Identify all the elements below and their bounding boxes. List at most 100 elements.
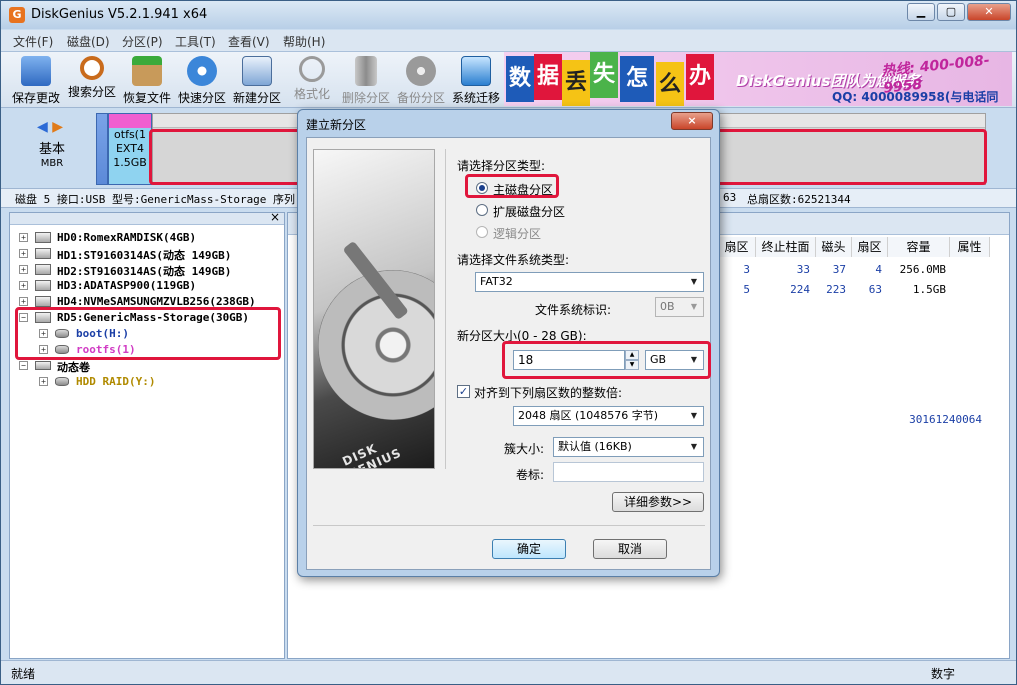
col-header-end-sector[interactable]: 扇区 [852,237,888,257]
col-header-capacity[interactable]: 容量 [888,237,950,257]
format-button[interactable]: 格式化 [283,54,341,106]
expand-icon[interactable]: + [19,281,28,290]
new-partition-button[interactable]: 新建分区 [228,54,286,106]
ok-button[interactable]: 确定 [492,539,566,559]
expand-icon[interactable]: + [19,265,28,274]
menu-tools[interactable]: 工具(T) [175,33,216,50]
align-sectors-select[interactable]: 2048 扇区 (1048576 字节) ▼ [513,406,704,426]
tree-item-label: HD2:ST9160314AS(动态 149GB) [57,265,232,278]
filesystem-type-label: 请选择文件系统类型: [457,253,570,267]
banner-char: 么 [656,62,684,106]
banner-char: 数 [506,56,534,102]
close-button[interactable]: ✕ [967,3,1011,21]
rootfs-fs: EXT4 [115,142,144,155]
backup-partition-button[interactable]: 备份分区 [392,54,450,106]
details-button[interactable]: 详细参数>> [612,492,704,512]
save-changes-button[interactable]: 保存更改 [7,54,65,106]
rootfs-name: otfs(1 [114,128,146,141]
recover-files-button[interactable]: 恢复文件 [118,54,176,106]
title-bar[interactable]: G DiskGenius V5.2.1.941 x64 ▁ ▢ ✕ [1,1,1016,29]
menu-view[interactable]: 查看(V) [228,33,270,50]
save-icon [21,56,51,86]
col-header-attributes[interactable]: 属性 [950,237,990,257]
cluster-size-value: 默认值 (16KB) [558,440,632,453]
banner-char: 失 [590,52,618,98]
tree-item-label: HDD RAID(Y:) [76,375,156,388]
extended-partition-label[interactable]: 扩展磁盘分区 [493,203,565,220]
hard-disk-icon [35,296,51,307]
migration-icon [461,56,491,86]
quick-partition-button[interactable]: 快速分区 [173,54,231,106]
next-disk-icon[interactable]: ▶ [52,119,63,135]
banner-char: 据 [534,54,562,100]
disk-info-sectors: 63 [723,191,737,204]
tree-item-label: HD1:ST9160314AS(动态 149GB) [57,249,232,262]
minimize-button[interactable]: ▁ [907,3,935,21]
col-header-sector[interactable]: 扇区 [718,237,756,257]
banner-qq: QQ: 4000089958(与电话同号) [832,90,999,104]
search-partition-button[interactable]: 搜索分区 [63,54,121,106]
align-sectors-label[interactable]: 对齐到下列扇区数的整数倍: [474,384,622,401]
delete-partition-button[interactable]: 删除分区 [337,54,395,106]
total-bytes-value: 30161240064 [909,413,982,426]
filesystem-type-value: FAT32 [480,275,513,288]
close-icon[interactable]: × [270,210,280,224]
system-migration-button[interactable]: 系统迁移 [447,54,505,106]
maximize-button[interactable]: ▢ [937,3,965,21]
expand-icon[interactable]: + [19,233,28,242]
disk-info-left: 磁盘 5 接口:USB 型号:GenericMass-Storage 序列 [15,193,296,206]
cluster-size-select[interactable]: 默认值 (16KB) ▼ [553,437,704,457]
ad-banner[interactable]: 数 据 丢 失 怎 么 办 DiskGenius团队为您服务 热线: 400-0… [504,52,1012,106]
col-header-end-cylinder[interactable]: 终止柱面 [756,237,816,257]
status-text: 就绪 [11,667,36,681]
cell-capacity: 256.0MB [899,263,946,276]
menu-disk[interactable]: 磁盘(D) [67,33,110,50]
expand-icon[interactable]: + [19,297,28,306]
menu-file[interactable]: 文件(F) [13,33,53,50]
hard-disk-icon [35,264,51,275]
cell-sector: 3 [743,263,750,276]
col-header-head[interactable]: 磁头 [816,237,852,257]
expand-icon[interactable]: + [19,249,28,258]
collapse-icon[interactable]: − [19,361,28,370]
dynamic-volume-icon [35,361,51,370]
partition-block-rootfs[interactable]: otfs(1 EXT4 1.5GB [108,113,152,185]
cancel-button[interactable]: 取消 [593,539,667,559]
filesystem-id-select[interactable]: 0B ▼ [655,297,704,317]
menu-partition[interactable]: 分区(P) [122,33,163,50]
dialog-close-button[interactable]: × [671,112,713,130]
partition-block-boot[interactable] [96,113,108,185]
search-partition-label: 搜索分区 [67,85,116,99]
disk-type-text: 基本 [39,142,66,157]
filesystem-type-select[interactable]: FAT32 ▼ [475,272,704,292]
dialog-body: DISK GENIUS 请选择分区类型: 主磁盘分区 扩展磁盘分区 逻辑分区 请… [306,137,711,570]
new-partition-label: 新建分区 [232,91,281,105]
backup-partition-label: 备份分区 [396,91,445,105]
dialog-button-divider [313,525,705,526]
highlight-rd5-tree [15,307,281,360]
hard-disk-icon [35,280,51,291]
chevron-down-icon: ▼ [690,442,698,451]
cell-end-sector: 4 [875,263,882,276]
status-bar: 就绪 数字 [1,660,1016,684]
cell-end-cylinder: 33 [796,263,810,276]
logical-partition-radio[interactable] [476,226,488,238]
trash-icon [355,56,377,86]
prev-disk-icon[interactable]: ◀ [37,119,48,135]
align-sectors-value: 2048 扇区 (1048576 字节) [518,409,659,422]
disk-tree-panel: × + HD0:RomexRAMDISK(4GB) + HD1:ST916031… [9,210,285,659]
menu-help[interactable]: 帮助(H) [283,33,325,50]
rootfs-size: 1.5GB [113,156,147,169]
recover-box-icon [132,56,162,86]
volume-label-input[interactable] [553,462,704,482]
tree-item-label: HD3:ADATASP900(119GB) [57,279,197,292]
cell-capacity: 1.5GB [912,283,946,296]
disk-nav-arrows[interactable]: ◀ ▶ [37,119,63,135]
app-logo-icon: G [9,7,25,23]
expand-icon[interactable]: + [39,377,48,386]
filesystem-id-label: 文件系统标识: [535,303,612,317]
logical-partition-label: 逻辑分区 [493,227,542,241]
extended-partition-radio[interactable] [476,204,488,216]
align-sectors-checkbox[interactable]: ✓ [457,385,470,398]
quick-partition-label: 快速分区 [177,91,226,105]
